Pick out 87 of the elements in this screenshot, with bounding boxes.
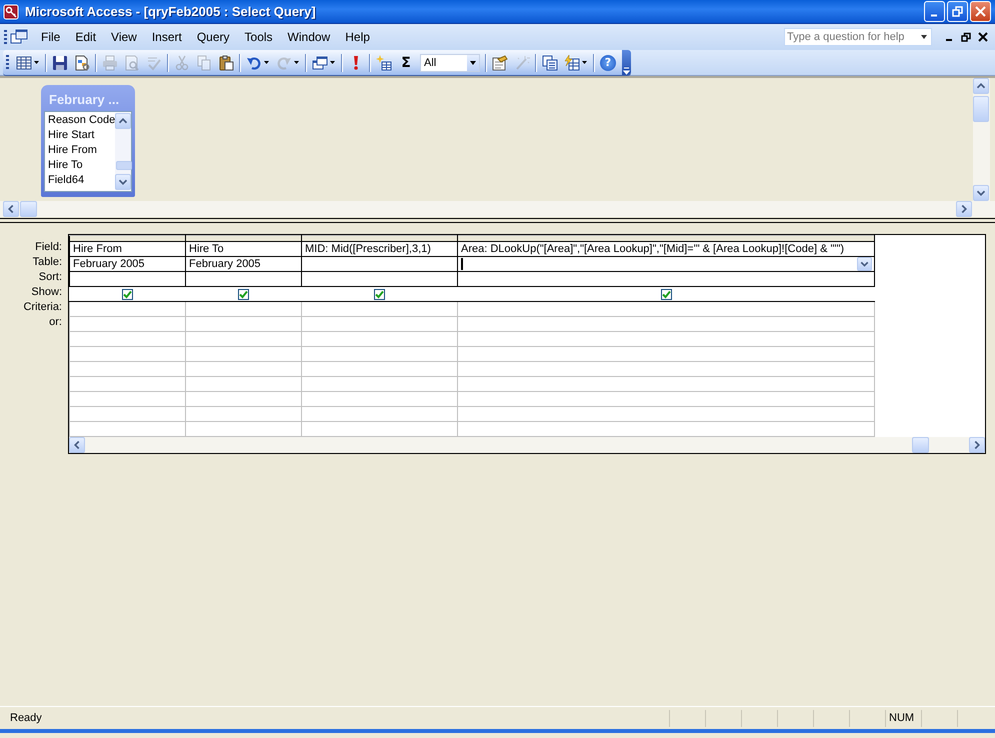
properties-icon [492,54,508,70]
row-label: Sort: [38,270,63,285]
menu-item[interactable]: Query [190,28,237,46]
status-indicator: NUM [885,710,918,726]
checkmark-icon [375,290,384,299]
scroll-left-button[interactable] [3,201,19,217]
totals-button[interactable]: Σ [395,52,417,74]
row-label: or: [48,315,63,330]
restore-icon [961,32,971,42]
redo-icon [276,54,292,70]
column-selector[interactable] [458,236,874,242]
scroll-thumb[interactable] [116,161,132,170]
restore-icon [952,6,963,17]
copy-icon [196,54,212,70]
printer-icon [102,54,118,70]
row-label: Table: [32,255,63,270]
column-selector[interactable] [302,236,458,242]
print-preview-icon [124,54,140,70]
menu-item[interactable]: File [34,28,68,46]
toolbar-options-button[interactable] [622,50,631,75]
save-icon [52,54,68,70]
field-list-item[interactable]: Hire To [48,158,116,173]
checkmark-icon [146,54,162,70]
caret-icon [623,67,630,75]
status-message: Ready [10,712,43,724]
minimize-button[interactable] [924,1,945,22]
caret-icon [293,60,300,65]
scroll-thumb[interactable] [20,201,37,217]
caret-icon [263,60,270,65]
caret-icon [33,60,40,65]
show-checkbox[interactable] [374,288,385,300]
key-icon [3,4,19,20]
scroll-thumb[interactable] [973,96,989,122]
menu-item[interactable]: Insert [144,28,189,46]
field-list-title: February ... [48,91,120,109]
close-icon [978,32,988,42]
scroll-down-button[interactable] [973,185,989,201]
database-window-icon [542,54,558,70]
row-label: Show: [30,285,63,300]
field-list-item[interactable]: Field64 [48,173,116,188]
minimize-icon [930,14,938,16]
caret-icon [581,60,588,65]
checkmark-icon [662,290,670,299]
new-object-icon [564,54,580,70]
show-checkbox[interactable] [238,288,249,300]
scroll-up-button[interactable] [973,78,989,94]
filter-dropdown[interactable]: All [420,54,480,72]
scissors-icon [174,54,190,70]
menu-item[interactable]: Edit [68,28,104,46]
column-selector[interactable] [186,236,302,242]
caret-icon [329,60,336,65]
field-list-item[interactable]: Reason Code [48,113,116,128]
scroll-down-button[interactable] [115,174,132,190]
field-list-item[interactable]: Hire Start [48,128,116,143]
menu-item[interactable]: Help [338,28,377,46]
menu-item[interactable]: Window [280,28,338,46]
field-list-window[interactable]: February ... Reason Code Hire Start Hire From Hire To Field64 [41,85,135,197]
menu-item[interactable]: View [104,28,144,46]
wand-icon [514,54,530,70]
scroll-right-button[interactable] [956,201,972,217]
field-list-item[interactable]: Hire From [48,143,116,158]
document-icon [74,54,90,70]
table-add-icon [376,54,392,70]
datasheet-icon [16,54,32,70]
stacked-windows-icon [312,54,328,70]
column-selector[interactable] [70,236,186,242]
scroll-thumb[interactable] [912,437,929,453]
minimize-icon [946,39,952,41]
query-window-icon[interactable] [10,29,28,45]
checkmark-icon [123,290,132,299]
close-icon [975,6,986,17]
window-title: Microsoft Access - [qryFeb2005 : Select Query] [25,4,317,19]
scroll-left-button[interactable] [69,437,85,453]
help-search-field[interactable]: Type a question for help [784,28,932,46]
dropdown-button[interactable] [857,257,872,271]
row-label: Criteria: [22,300,63,315]
show-checkbox[interactable] [660,288,672,300]
undo-icon [246,54,262,70]
restore-button[interactable] [947,1,968,22]
clipboard-icon [218,54,234,70]
row-label: Field: [34,240,63,255]
menu-item[interactable]: Tools [238,28,280,46]
caret-icon [469,58,477,66]
scroll-right-button[interactable] [969,437,985,453]
show-checkbox[interactable] [122,288,133,300]
scroll-up-button[interactable] [115,113,132,129]
checkmark-icon [239,290,248,299]
